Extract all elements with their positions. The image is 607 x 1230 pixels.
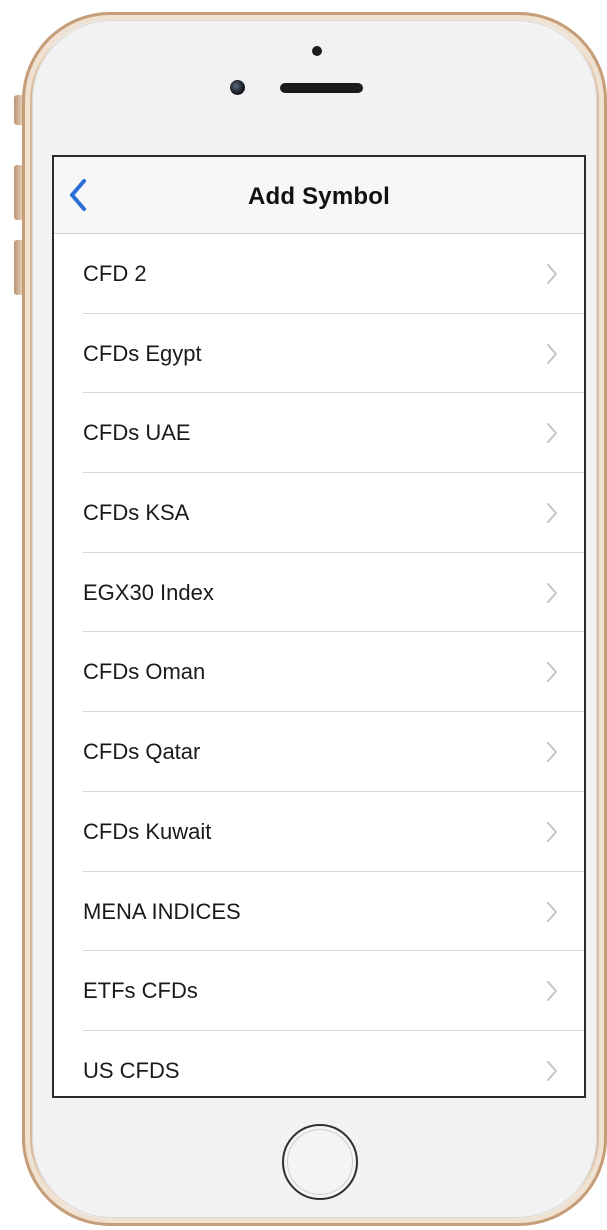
chevron-right-icon [547, 901, 557, 922]
list-item[interactable]: CFD 2 [54, 234, 584, 314]
list-item-label: CFDs UAE [83, 420, 191, 446]
page: Add Symbol CFD 2 CFDs Egypt CFDs UAE CFD… [0, 0, 607, 1230]
mute-switch [14, 95, 22, 125]
list-item[interactable]: CFDs UAE [54, 393, 584, 474]
list-item-label: CFDs KSA [83, 500, 190, 526]
chevron-right-icon [547, 423, 557, 444]
chevron-right-icon [547, 981, 557, 1002]
front-camera [230, 80, 245, 95]
list-item[interactable]: CFDs Kuwait [54, 792, 584, 872]
list-item-label: MENA INDICES [83, 898, 241, 924]
list-item-label: CFDs Egypt [83, 340, 202, 366]
chevron-right-icon [547, 264, 557, 284]
list-item[interactable]: CFDs Egypt [54, 314, 584, 394]
chevron-right-icon [547, 1060, 557, 1081]
page-title: Add Symbol [247, 183, 390, 210]
navigation-bar: Add Symbol [54, 157, 584, 234]
list-item[interactable]: EGX30 Index [54, 553, 584, 633]
list-item[interactable]: ETFs CFDs [54, 951, 584, 1031]
screen: Add Symbol CFD 2 CFDs Egypt CFDs UAE CFD… [52, 155, 586, 1098]
earpiece-speaker [280, 83, 363, 93]
chevron-right-icon [547, 343, 557, 364]
chevron-right-icon [547, 582, 557, 603]
list-item-label: CFDs Oman [83, 659, 206, 685]
list-item[interactable]: US CFDS [54, 1031, 584, 1096]
list-item[interactable]: CFDs Qatar [54, 712, 584, 792]
list-item[interactable]: MENA INDICES [54, 872, 584, 952]
list-item-label: CFD 2 [83, 261, 147, 286]
chevron-right-icon [547, 742, 557, 763]
volume-up-button [14, 165, 22, 220]
list-item[interactable]: CFDs KSA [54, 473, 584, 553]
home-button[interactable] [282, 1124, 358, 1200]
list-item-label: US CFDS [83, 1057, 180, 1083]
chevron-right-icon [547, 503, 557, 524]
chevron-right-icon [547, 662, 557, 683]
list-item-label: EGX30 Index [83, 579, 214, 605]
list-item[interactable]: CFDs Oman [54, 632, 584, 713]
list-item-label: ETFs CFDs [83, 978, 198, 1004]
list-item-label: CFDs Qatar [83, 739, 201, 765]
volume-down-button [14, 240, 22, 295]
symbol-group-list: CFD 2 CFDs Egypt CFDs UAE CFDs KSA EGX30… [54, 234, 584, 1096]
proximity-sensor [312, 46, 322, 56]
chevron-right-icon [547, 821, 557, 842]
list-item-label: CFDs Kuwait [83, 818, 212, 844]
